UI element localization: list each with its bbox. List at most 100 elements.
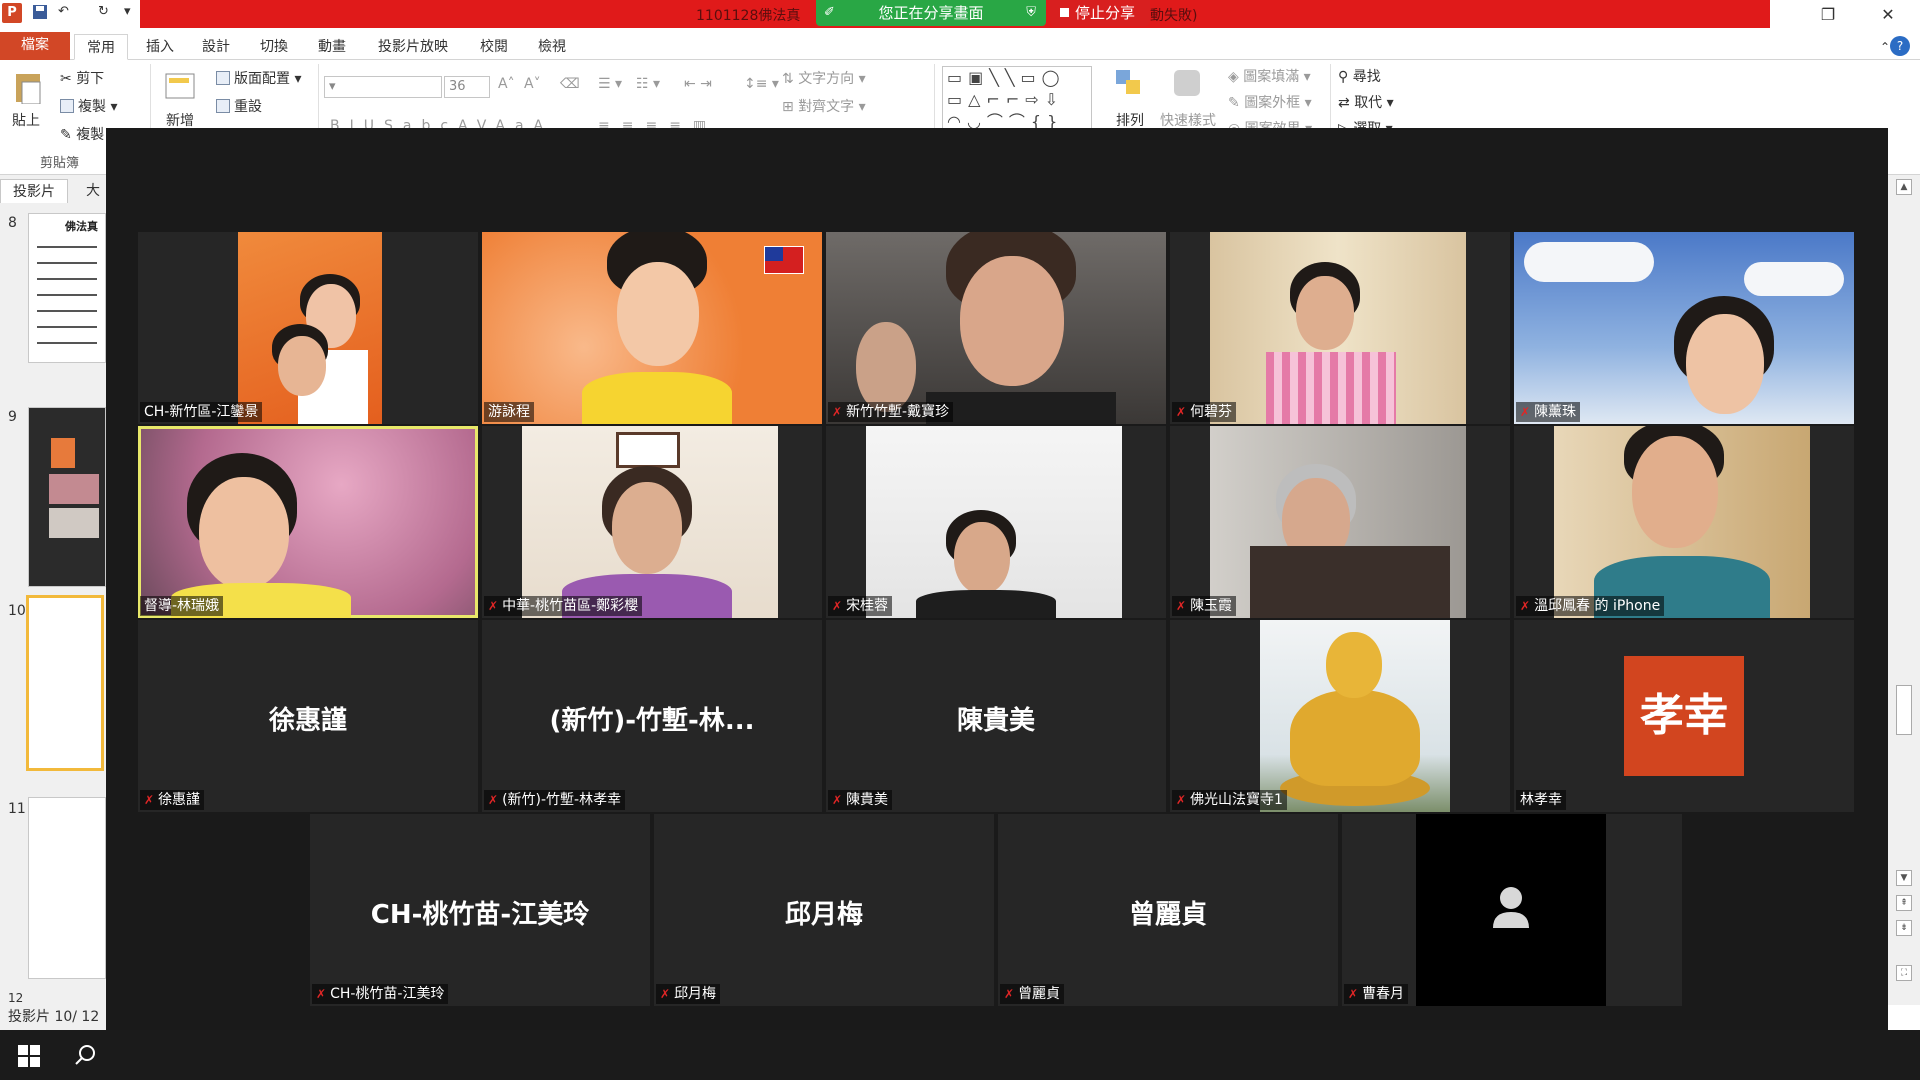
profile-badge: 孝幸 <box>1624 656 1744 776</box>
slide-thumbnail-11[interactable] <box>28 797 106 979</box>
font-name-combo[interactable]: ▾ <box>324 76 442 98</box>
tab-file[interactable]: 檔案 <box>0 32 70 60</box>
shapes-gallery[interactable]: ▭▣╲╲▭◯ ▭△⌐⌐⇨⇩ ◠◡⌒⌒{} <box>942 66 1092 136</box>
participant-tile-video-off[interactable]: ✗ 曹春月 <box>1342 814 1682 1006</box>
tab-slideshow[interactable]: 投影片放映 <box>366 34 460 60</box>
window-title-suffix: 動失敗) <box>1150 8 1198 24</box>
window-title: 1101128佛法真 <box>696 8 801 24</box>
slide-number: 12 <box>8 991 24 1005</box>
pin-icon: ✐ <box>824 5 835 20</box>
next-slide-icon[interactable]: ⇟ <box>1896 920 1912 936</box>
participant-tile-video-off[interactable]: 曾麗貞 ✗ 曾麗貞 <box>998 814 1338 1006</box>
participant-tile[interactable]: ✗ 陳薰珠 <box>1514 232 1854 424</box>
participant-name: (新竹)-竹塹-林孝幸 <box>502 792 622 808</box>
editor-scrollbar[interactable]: ▲ ▼ ⇞ ⇟ ⛶ <box>1888 175 1920 1005</box>
windows-start-icon[interactable] <box>18 1045 40 1067</box>
replace-button[interactable]: ⇄ 取代 ▾ <box>1338 92 1394 112</box>
redo-icon[interactable]: ↻ <box>98 4 109 26</box>
slide-thumbnail-10[interactable] <box>26 595 104 771</box>
participant-video-placeholder <box>1416 814 1606 1006</box>
participant-shirt <box>916 590 1056 618</box>
restore-icon[interactable]: ❐ <box>1808 2 1848 28</box>
format-painter-button[interactable]: ✎ 複製 <box>60 124 104 144</box>
paste-icon[interactable] <box>14 70 44 108</box>
participant-name: 佛光山法寶寺1 <box>1190 792 1283 808</box>
quick-styles-button[interactable]: 快速樣式 <box>1160 110 1216 130</box>
muted-mic-icon: ✗ <box>832 405 843 419</box>
participant-name: CH-新竹區-江鑾景 <box>144 404 259 420</box>
search-icon[interactable] <box>74 1044 96 1066</box>
clear-format-icon[interactable]: ⌫ <box>560 76 580 92</box>
customize-toolbar-icon[interactable]: ▾ <box>124 4 131 26</box>
copy-button[interactable]: 複製 ▾ <box>60 96 117 116</box>
muted-mic-icon: ✗ <box>488 793 499 807</box>
participant-tile-video-off[interactable]: (新竹)-竹塹-林... ✗ (新竹)-竹塹-林孝幸 <box>482 620 822 812</box>
tab-insert[interactable]: 插入 <box>134 34 186 60</box>
line-spacing-icon[interactable]: ↕≡ ▾ <box>744 76 779 92</box>
participant-tile[interactable]: CH-新竹區-江鑾景 <box>138 232 478 424</box>
undo-icon[interactable]: ↶ <box>58 4 69 26</box>
shrink-font-icon[interactable]: A˅ <box>524 76 541 92</box>
participant-tile[interactable]: ✗ 宋桂蓉 <box>826 426 1166 618</box>
participant-tile-video-off[interactable]: 邱月梅 ✗ 邱月梅 <box>654 814 994 1006</box>
participant-tile-active-speaker[interactable]: 督導-林瑞娥 <box>138 426 478 618</box>
align-text-button[interactable]: ⊞ 對齊文字 ▾ <box>782 96 866 116</box>
quick-styles-icon[interactable] <box>1170 68 1204 102</box>
tab-design[interactable]: 設計 <box>190 34 242 60</box>
participant-tile-video-off[interactable]: 孝幸 林孝幸 <box>1514 620 1854 812</box>
tab-animations[interactable]: 動畫 <box>306 34 358 60</box>
cut-button[interactable]: ✂ 剪下 <box>60 68 104 88</box>
participant-tile[interactable]: ✗ 何碧芬 <box>1170 232 1510 424</box>
save-icon[interactable] <box>32 4 48 26</box>
tab-transitions[interactable]: 切換 <box>248 34 300 60</box>
new-slide-icon[interactable] <box>164 70 196 106</box>
tab-slides[interactable]: 投影片 <box>0 179 68 203</box>
scroll-thumb[interactable] <box>1896 685 1912 735</box>
participant-name: CH-桃竹苗-江美玲 <box>330 986 445 1002</box>
participant-face <box>960 256 1064 386</box>
numbering-icon[interactable]: ☷ ▾ <box>636 76 660 92</box>
reset-button[interactable]: 重設 <box>216 96 262 116</box>
shield-icon: ⛨ <box>1026 5 1036 20</box>
tab-review[interactable]: 校閱 <box>468 34 520 60</box>
paste-button[interactable]: 貼上 <box>12 110 40 130</box>
slide-number: 8 <box>8 215 17 231</box>
participant-tile[interactable]: ✗ 陳玉霞 <box>1170 426 1510 618</box>
participant-nameplate: ✗ 曹春月 <box>1344 984 1409 1004</box>
text-direction-button[interactable]: ⇅ 文字方向 ▾ <box>782 68 866 88</box>
participant-tile[interactable]: 游詠程 <box>482 232 822 424</box>
shape-outline-button[interactable]: ✎ 圖案外框 ▾ <box>1228 92 1312 112</box>
grow-font-icon[interactable]: A˄ <box>498 76 515 92</box>
participant-tile-video-off[interactable]: CH-桃竹苗-江美玲 ✗ CH-桃竹苗-江美玲 <box>310 814 650 1006</box>
participant-tile[interactable]: ✗ 新竹竹塹-戴寶珍 <box>826 232 1166 424</box>
bullets-icon[interactable]: ☰ ▾ <box>598 76 622 92</box>
font-size-combo[interactable]: 36 <box>444 76 490 98</box>
participant-nameplate: ✗ 陳玉霞 <box>1172 596 1237 616</box>
arrange-button[interactable]: 排列 <box>1116 110 1144 130</box>
help-icon[interactable]: ? <box>1890 36 1910 56</box>
scroll-up-icon[interactable]: ▲ <box>1896 179 1912 195</box>
participant-nameplate: ✗ 中華-桃竹苗區-鄭彩櫻 <box>484 596 643 616</box>
stop-share-button[interactable]: 停止分享 <box>1050 0 1150 26</box>
scroll-down-icon[interactable]: ▼ <box>1896 870 1912 886</box>
participant-tile[interactable]: ✗ 佛光山法寶寺1 <box>1170 620 1510 812</box>
muted-mic-icon: ✗ <box>1520 599 1531 613</box>
layout-button[interactable]: 版面配置 ▾ <box>216 68 301 88</box>
participant-tile-video-off[interactable]: 陳貴美 ✗ 陳貴美 <box>826 620 1166 812</box>
participant-tile[interactable]: ✗ 中華-桃竹苗區-鄭彩櫻 <box>482 426 822 618</box>
fit-slide-icon[interactable]: ⛶ <box>1896 965 1912 981</box>
close-icon[interactable]: ✕ <box>1868 2 1908 28</box>
participant-tile-video-off[interactable]: 徐惠謹 ✗ 徐惠謹 <box>138 620 478 812</box>
find-button[interactable]: ⚲ 尋找 <box>1338 66 1381 86</box>
arrange-icon[interactable] <box>1114 68 1144 102</box>
tab-view[interactable]: 檢視 <box>526 34 578 60</box>
slide-thumbnail-8[interactable]: 佛法真 <box>28 213 106 363</box>
participant-nameplate: ✗ 徐惠謹 <box>140 790 205 810</box>
new-slide-button[interactable]: 新增 <box>166 110 194 130</box>
tab-home[interactable]: 常用 <box>74 34 128 60</box>
slide-thumbnail-9[interactable] <box>28 407 106 587</box>
shape-fill-button[interactable]: ◈ 圖案填滿 ▾ <box>1228 66 1311 86</box>
indent-icon[interactable]: ⇤ ⇥ <box>684 76 712 92</box>
participant-tile[interactable]: ✗ 溫邱鳳春 的 iPhone <box>1514 426 1854 618</box>
previous-slide-icon[interactable]: ⇞ <box>1896 895 1912 911</box>
